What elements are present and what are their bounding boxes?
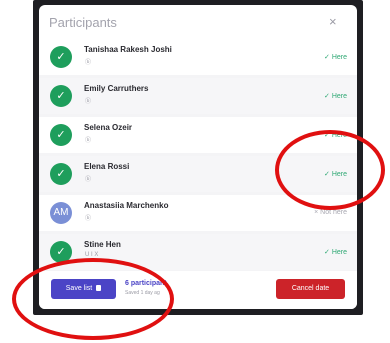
attendance-toggle[interactable]: ✓ Here: [324, 53, 347, 61]
participant-name: Tanishaa Rakesh Joshi: [84, 45, 172, 54]
participant-name: Emily Carruthers: [84, 84, 149, 93]
participant-meta: ⓑ: [85, 60, 92, 66]
annotation-circle-save: [12, 258, 174, 340]
participant-meta: ⓑ: [85, 177, 92, 183]
participant-meta: ⓑ: [85, 138, 92, 144]
check-icon: ✓: [50, 124, 72, 146]
modal-title: Participants: [49, 15, 117, 30]
participant-row: ✓ Emily Carruthers ⓑ ✓ Here: [39, 78, 357, 114]
close-icon[interactable]: ×: [329, 15, 337, 28]
participant-name: Stine Hen: [84, 240, 121, 249]
check-icon: ✓: [50, 163, 72, 185]
participant-meta: ⓑ: [85, 99, 92, 105]
avatar: AM: [50, 202, 72, 224]
modal-header: Participants ×: [39, 5, 357, 39]
participant-meta: ⓑ: [85, 216, 92, 222]
participant-name: Selena Ozeir: [84, 123, 133, 132]
attendance-toggle[interactable]: ✓ Here: [324, 248, 347, 256]
attendance-toggle[interactable]: ✓ Here: [324, 92, 347, 100]
participant-row: ✓ Tanishaa Rakesh Joshi ⓑ ✓ Here: [39, 39, 357, 75]
cancel-date-button[interactable]: Cancel date: [276, 279, 345, 299]
check-icon: ✓: [50, 85, 72, 107]
annotation-circle-status: [275, 130, 385, 210]
participant-name: Anastasiia Marchenko: [84, 201, 169, 210]
check-icon: ✓: [50, 46, 72, 68]
attendance-toggle[interactable]: × Not here: [314, 209, 347, 216]
participant-name: Elena Rossi: [84, 162, 130, 171]
